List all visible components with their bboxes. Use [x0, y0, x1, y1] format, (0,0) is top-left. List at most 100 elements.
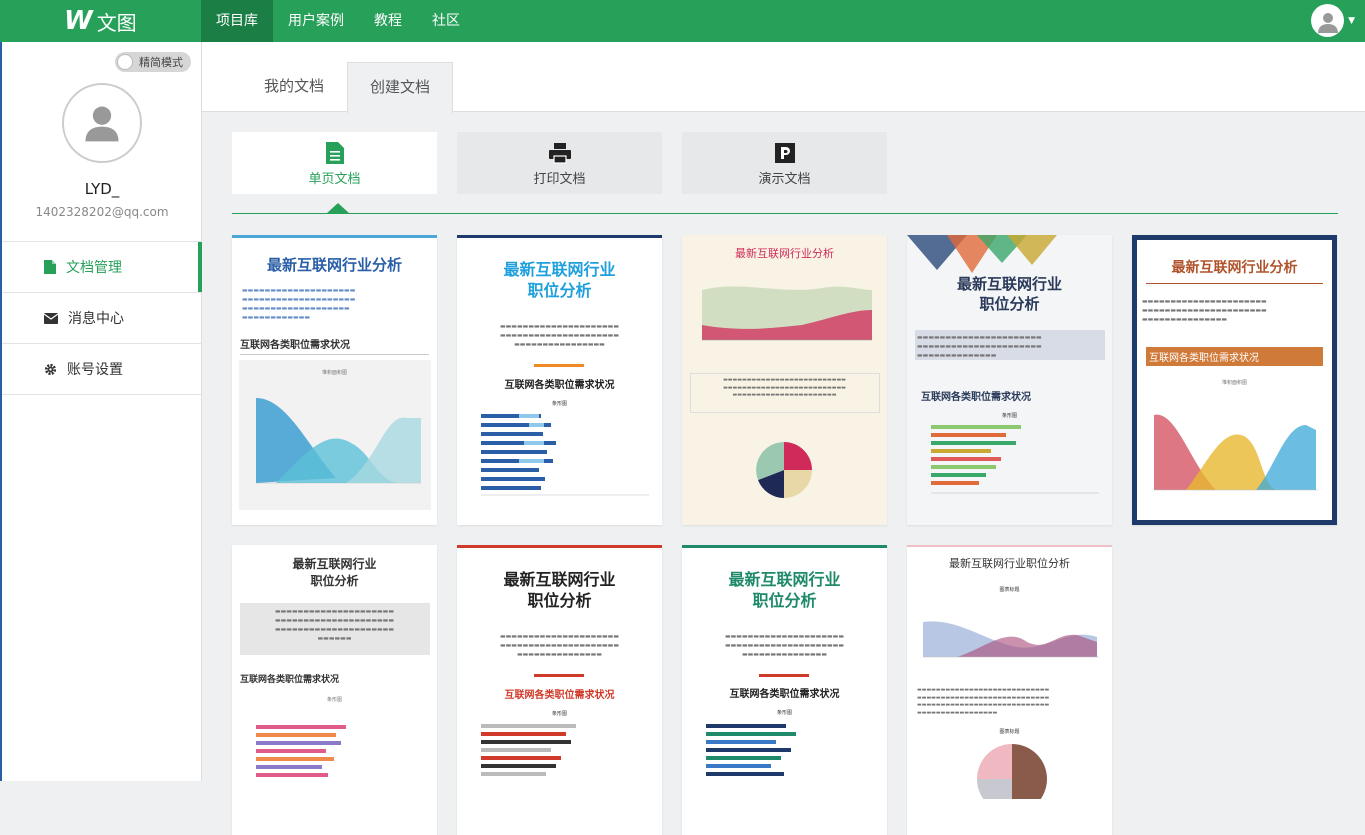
template-title-line1: 最新互联网行业: [956, 275, 1062, 293]
template-card[interactable]: 最新互联网行业分析 ▬▬▬▬▬▬▬▬▬▬▬▬▬▬▬▬▬▬▬▬▬▬▬▬▬▬▬▬▬▬…: [682, 235, 887, 525]
chart-title: 条形图: [551, 401, 567, 407]
sidebar-item-label: 账号设置: [67, 362, 123, 378]
template-subtitle: 互联网各类职位需求状况: [240, 336, 429, 355]
template-card[interactable]: 最新互联网行业 职位分析 ▬▬▬▬▬▬▬▬▬▬▬▬▬▬▬▬▬▬▬▬▬▬▬▬▬▬▬…: [232, 545, 437, 835]
template-subtitle: 互联网各类职位需求状况: [504, 690, 615, 701]
template-subtitle: 互联网各类职位需求状况: [921, 392, 1031, 403]
area-chart-preview: [256, 398, 421, 484]
logo-text: 文图: [96, 10, 137, 35]
template-subtitle: 互联网各类职位需求状况: [240, 675, 340, 685]
tab-create-document[interactable]: 创建文档: [347, 62, 453, 113]
nav-item-community[interactable]: 社区: [417, 0, 475, 42]
chart-title: 堆积面积图: [321, 370, 347, 376]
bar-chart-preview: [481, 414, 649, 496]
template-title: 最新互联网行业分析: [735, 247, 834, 260]
chart-title: 条形图: [326, 697, 342, 703]
template-card[interactable]: 最新互联网行业分析 ▬▬▬▬▬▬▬▬▬▬▬▬▬▬▬▬▬▬▬▬▬▬▬▬▬▬▬▬▬▬…: [1132, 235, 1337, 525]
template-card[interactable]: 最新互联网行业职位分析 图表标题 ▬▬▬▬▬▬▬▬▬▬▬▬▬▬▬▬▬▬▬▬▬▬▬…: [907, 545, 1112, 835]
doc-type-single-page[interactable]: 单页文档: [232, 132, 437, 194]
doc-type-presentation[interactable]: 演示文档: [682, 132, 887, 194]
template-title-line1: 最新互联网行业: [728, 570, 841, 589]
template-subtitle: 互联网各类职位需求状况: [504, 380, 615, 391]
main-nav: 项目库 用户案例 教程 社区: [201, 0, 475, 42]
user-email: 1402328202@qq.com: [35, 205, 169, 219]
nav-item-project-library[interactable]: 项目库: [201, 0, 273, 42]
chart-title: 条形图: [776, 710, 792, 716]
divider: [232, 213, 1338, 214]
template-text: ▬▬▬▬▬▬▬▬▬▬▬▬▬▬▬▬▬▬▬▬▬▬▬▬▬▬▬▬▬▬▬▬▬▬▬▬▬▬▬▬…: [499, 323, 620, 348]
decorative-triangles: [907, 235, 1057, 273]
logo-mark: W: [64, 6, 93, 36]
sidebar-item-document-management[interactable]: 文档管理: [2, 242, 202, 293]
template-text: ▬▬▬▬▬▬▬▬▬▬▬▬▬▬▬▬▬▬▬▬▬▬▬▬▬▬▬▬▬▬▬▬▬▬▬▬▬▬▬▬…: [242, 287, 356, 321]
template-card[interactable]: 最新互联网行业 职位分析 ▬▬▬▬▬▬▬▬▬▬▬▬▬▬▬▬▬▬▬▬▬▬▬▬▬▬▬…: [457, 545, 662, 835]
sidebar-item-message-center[interactable]: 消息中心: [2, 293, 202, 344]
envelope-icon: [44, 312, 58, 324]
sidebar-item-label: 消息中心: [68, 311, 124, 327]
profile-avatar[interactable]: [62, 83, 142, 163]
chart-title: 条形图: [1001, 413, 1017, 419]
template-subtitle: 互联网各类职位需求状况: [1146, 347, 1323, 366]
template-title: 最新互联网行业分析: [266, 256, 402, 274]
chart-title: 图表标题: [999, 587, 1020, 593]
document-icon: [44, 260, 56, 274]
template-card[interactable]: 最新互联网行业 职位分析 ▬▬▬▬▬▬▬▬▬▬▬▬▬▬▬▬▬▬▬▬▬▬▬▬▬▬▬…: [907, 235, 1112, 525]
doc-type-label: 演示文档: [758, 172, 811, 187]
app-logo[interactable]: W 文图: [0, 0, 201, 42]
simple-mode-toggle[interactable]: 精简模式: [115, 52, 191, 72]
bar-chart-preview: [931, 425, 1099, 494]
doc-type-label: 打印文档: [533, 172, 586, 187]
accent-line: [759, 674, 809, 677]
template-title-line1: 最新互联网行业: [503, 570, 616, 589]
bar-chart-preview: [706, 724, 796, 776]
template-text: ▬▬▬▬▬▬▬▬▬▬▬▬▬▬▬▬▬▬▬▬▬▬▬▬▬▬▬▬▬▬▬▬▬▬▬▬▬▬▬▬…: [274, 608, 395, 642]
pie-chart-preview: [977, 744, 1047, 799]
doc-type-label: 单页文档: [308, 172, 361, 187]
sidebar-item-account-settings[interactable]: 账号设置: [2, 344, 202, 395]
area-chart-preview: [1154, 414, 1318, 491]
bar-chart-preview: [256, 725, 346, 777]
chart-title: 堆积面积图: [1221, 380, 1247, 386]
accent-line: [534, 674, 584, 677]
template-title-line2: 职位分析: [527, 281, 592, 300]
nav-item-tutorials[interactable]: 教程: [359, 0, 417, 42]
toggle-knob[interactable]: [117, 54, 133, 70]
sidebar-item-label: 文档管理: [66, 260, 122, 276]
user-icon: [85, 106, 119, 142]
template-title-line1: 最新互联网行业: [292, 557, 377, 571]
template-title: 最新互联网行业职位分析: [949, 557, 1070, 570]
template-title: 最新互联网行业分析: [1171, 260, 1298, 276]
template-card[interactable]: 最新互联网行业 职位分析 ▬▬▬▬▬▬▬▬▬▬▬▬▬▬▬▬▬▬▬▬▬▬▬▬▬▬▬…: [457, 235, 662, 525]
chevron-down-icon[interactable]: ▼: [1348, 16, 1355, 26]
document-icon: [325, 142, 344, 164]
user-icon: [1317, 12, 1338, 33]
template-card[interactable]: 最新互联网行业分析 ▬▬▬▬▬▬▬▬▬▬▬▬▬▬▬▬▬▬▬▬▬▬▬▬▬▬▬▬▬▬…: [232, 235, 437, 525]
template-title-line1: 最新互联网行业: [503, 260, 616, 279]
chart-title: 条形图: [551, 711, 567, 717]
template-title-line2: 职位分析: [310, 574, 359, 588]
template-text: ▬▬▬▬▬▬▬▬▬▬▬▬▬▬▬▬▬▬▬▬▬▬▬▬▬▬▬▬▬▬▬▬▬▬▬▬▬▬▬▬…: [724, 633, 845, 658]
template-subtitle: 互联网各类职位需求状况: [729, 689, 840, 700]
sidebar-menu: 文档管理 消息中心 账号设置: [2, 241, 202, 395]
doc-type-print[interactable]: 打印文档: [457, 132, 662, 194]
presentation-icon: [774, 143, 795, 163]
chart-title-2: 图表标题: [999, 729, 1020, 735]
template-text: ▬▬▬▬▬▬▬▬▬▬▬▬▬▬▬▬▬▬▬▬▬▬▬▬▬▬▬▬▬▬▬▬▬▬▬▬▬▬▬▬…: [917, 334, 1042, 359]
area-chart-preview: [702, 286, 872, 341]
divider: [1146, 283, 1323, 284]
template-card[interactable]: 最新互联网行业 职位分析 ▬▬▬▬▬▬▬▬▬▬▬▬▬▬▬▬▬▬▬▬▬▬▬▬▬▬▬…: [682, 545, 887, 835]
document-type-selector: 单页文档 打印文档 演示文档: [232, 132, 1338, 216]
accent-line: [534, 364, 584, 367]
user-name: LYD_: [84, 180, 120, 198]
bar-chart-preview: [481, 724, 576, 776]
template-title-line2: 职位分析: [527, 591, 592, 610]
nav-item-user-cases[interactable]: 用户案例: [273, 0, 359, 42]
main-content: 我的文档 创建文档 单页文档 打印文档 演示文档 最新互联网行业分析 ▬▬▬▬▬…: [202, 42, 1365, 835]
template-title-line2: 职位分析: [752, 591, 817, 610]
document-tabs: 我的文档 创建文档: [202, 42, 1365, 113]
simple-mode-label: 精简模式: [139, 56, 183, 69]
area-chart-preview: [923, 621, 1099, 658]
user-menu[interactable]: ▼: [1311, 4, 1355, 37]
tab-my-documents[interactable]: 我的文档: [244, 62, 344, 112]
avatar[interactable]: [1311, 4, 1345, 37]
